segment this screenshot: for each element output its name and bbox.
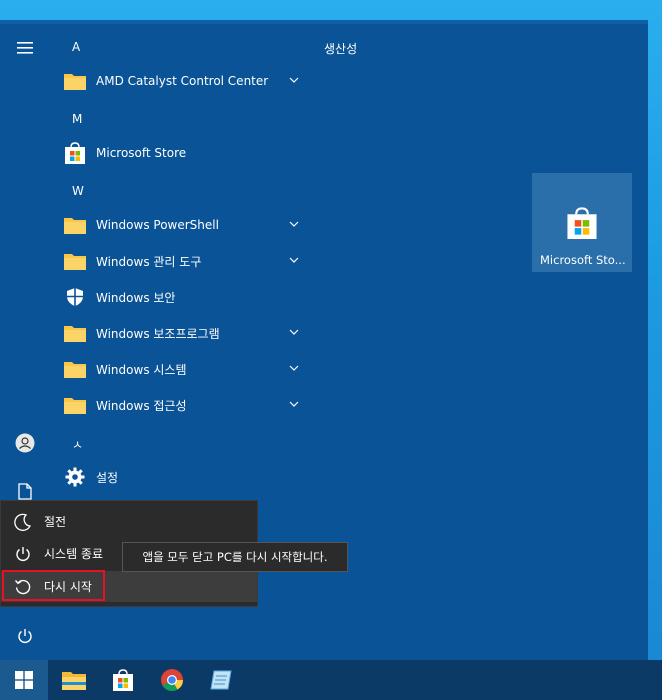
folder-icon — [64, 214, 86, 236]
chevron-down-icon[interactable] — [288, 326, 300, 338]
chevron-down-icon[interactable] — [288, 218, 300, 230]
taskbar — [0, 660, 662, 700]
app-item-windows-accessories[interactable]: Windows 보조프로그램 — [60, 315, 310, 351]
letter-header-a[interactable]: A — [72, 40, 80, 54]
app-item-label: Windows 보조프로그램 — [96, 326, 220, 341]
restart-highlight-box — [2, 570, 105, 601]
start-button[interactable] — [0, 660, 48, 700]
chevron-down-icon[interactable] — [288, 362, 300, 374]
chrome-icon — [161, 669, 183, 691]
folder-icon — [64, 358, 86, 380]
letter-header-m[interactable]: M — [72, 112, 82, 126]
app-item-label: 설정 — [96, 470, 119, 485]
file-explorer-icon — [62, 672, 86, 690]
sleep-label: 절전 — [44, 515, 67, 529]
app-item-label: Windows 접근성 — [96, 398, 187, 413]
app-item-label: Microsoft Store — [96, 146, 187, 160]
store-icon — [64, 142, 86, 164]
app-item-windows-powershell[interactable]: Windows PowerShell — [60, 207, 310, 243]
app-item-windows-accessibility[interactable]: Windows 접근성 — [60, 387, 310, 423]
app-item-settings[interactable]: 설정 — [60, 459, 310, 495]
windows-start-icon — [15, 671, 33, 689]
restart-tooltip: 앱을 모두 닫고 PC를 다시 시작합니다. — [122, 542, 348, 572]
shield-icon — [64, 286, 86, 308]
store-icon — [113, 669, 133, 691]
app-item-windows-admin-tools[interactable]: Windows 관리 도구 — [60, 243, 310, 279]
expand-menu-button[interactable] — [0, 26, 50, 70]
app-item-label: Windows PowerShell — [96, 218, 219, 232]
app-item-label: Windows 보안 — [96, 290, 176, 305]
document-icon — [18, 482, 32, 500]
tile-group-title[interactable]: 생산성 — [324, 40, 357, 57]
chevron-down-icon[interactable] — [288, 254, 300, 266]
tile-microsoft-store[interactable]: Microsoft Sto... — [532, 173, 632, 272]
folder-icon — [64, 250, 86, 272]
user-icon — [15, 433, 35, 453]
app-item-label: Windows 관리 도구 — [96, 254, 202, 269]
app-item-label: AMD Catalyst Control Center — [96, 74, 269, 88]
app-item-windows-system[interactable]: Windows 시스템 — [60, 351, 310, 387]
power-button[interactable] — [0, 614, 50, 658]
app-item-label: Windows 시스템 — [96, 362, 187, 377]
taskbar-file-explorer[interactable] — [50, 660, 98, 700]
folder-icon — [64, 394, 86, 416]
sleep-option[interactable]: 절전 — [1, 506, 257, 537]
user-account-button[interactable] — [0, 421, 50, 465]
notepad-icon — [210, 670, 232, 690]
letter-header-w[interactable]: W — [72, 184, 84, 198]
shutdown-label: 시스템 종료 — [44, 547, 104, 561]
taskbar-notepad[interactable] — [197, 660, 245, 700]
app-item-windows-security[interactable]: Windows 보안 — [60, 279, 310, 315]
folder-icon — [64, 70, 86, 92]
letter-header-s[interactable]: ㅅ — [72, 436, 83, 453]
taskbar-microsoft-store[interactable] — [99, 660, 147, 700]
app-item-microsoft-store[interactable]: Microsoft Store — [60, 135, 310, 171]
power-icon — [18, 629, 32, 643]
hamburger-icon — [17, 42, 33, 54]
app-list: A AMD Catalyst Control Center M Microsof… — [50, 20, 310, 500]
moon-icon — [13, 512, 33, 532]
gear-icon — [64, 466, 86, 488]
tile-label: Microsoft Sto... — [540, 253, 626, 267]
chevron-down-icon[interactable] — [288, 74, 300, 86]
taskbar-chrome[interactable] — [148, 660, 196, 700]
store-icon — [567, 207, 597, 239]
app-item-amd-catalyst[interactable]: AMD Catalyst Control Center — [60, 63, 310, 99]
folder-icon — [64, 322, 86, 344]
chevron-down-icon[interactable] — [288, 398, 300, 410]
power-icon — [13, 544, 33, 564]
